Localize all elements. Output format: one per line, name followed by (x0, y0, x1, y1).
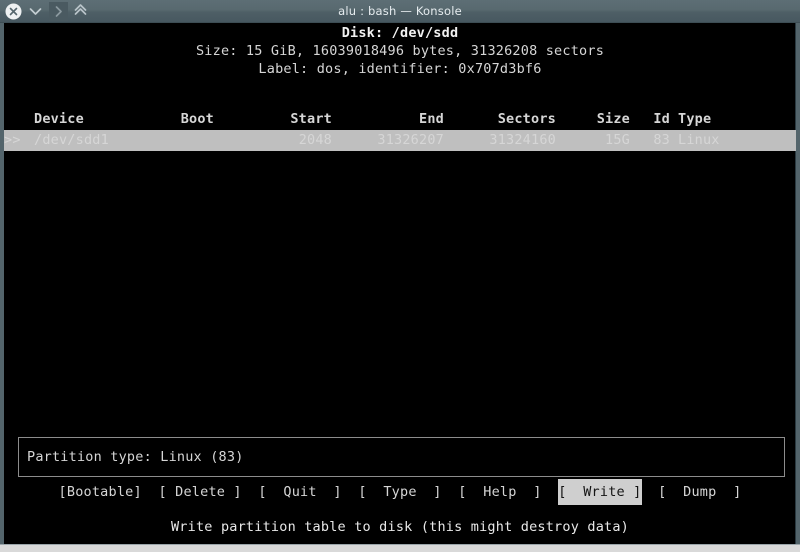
row-type: Linux (678, 132, 720, 148)
partition-table: Device Boot Start End Sectors Size Id Ty… (4, 109, 796, 151)
col-header-type: Type (678, 111, 712, 127)
row-size: 15G (605, 132, 630, 148)
table-header-row: Device Boot Start End Sectors Size Id Ty… (4, 109, 796, 130)
row-device: /dev/sdd1 (34, 132, 109, 148)
window-title: alu : bash — Konsole (338, 4, 462, 18)
desktop-panel-strip (0, 544, 800, 552)
menu-separator (442, 479, 459, 505)
menu-separator (642, 479, 659, 505)
col-header-size: Size (596, 111, 630, 127)
row-sectors: 31324160 (489, 132, 556, 148)
col-header-sectors: Sectors (497, 111, 556, 127)
col-header-end: End (419, 111, 444, 127)
label-line: Label: dos, identifier: 0x707d3bf6 (258, 61, 542, 77)
menu-help[interactable]: [ Help ] (458, 479, 541, 505)
col-header-id: Id (653, 111, 670, 127)
cfdisk-menu: [Bootable] [ Delete ] [ Quit ] [ Type ] … (4, 479, 796, 505)
size-line: Size: 15 GiB, 16039018496 bytes, 3132620… (195, 43, 605, 59)
menu-write[interactable]: [ Write ] (558, 479, 642, 505)
menu-type[interactable]: [ Type ] (358, 479, 441, 505)
window-titlebar: alu : bash — Konsole (0, 0, 800, 23)
terminal-screen[interactable]: Disk: /dev/sdd Size: 15 GiB, 16039018496… (4, 23, 796, 544)
konsole-window: alu : bash — Konsole Disk: /dev/sdd Size… (0, 0, 800, 552)
col-header-start: Start (290, 111, 332, 127)
row-start: 2048 (298, 132, 332, 148)
menu-separator (142, 479, 159, 505)
menu-separator (542, 479, 559, 505)
menu-delete[interactable]: [ Delete ] (158, 479, 241, 505)
col-header-boot: Boot (180, 111, 214, 127)
status-line: Write partition table to disk (this migh… (170, 519, 630, 535)
menu-separator (342, 479, 359, 505)
partition-type-box: Partition type: Linux (83) (18, 437, 785, 477)
menu-bootable[interactable]: [Bootable] (59, 479, 142, 505)
menu-quit[interactable]: [ Quit ] (258, 479, 341, 505)
menu-separator (242, 479, 259, 505)
partition-type-text: Partition type: Linux (83) (27, 449, 244, 465)
row-end: 31326207 (377, 132, 444, 148)
terminal-right-edge (795, 23, 796, 544)
row-selection-marker: >> (4, 132, 21, 148)
cfdisk-header: Disk: /dev/sdd Size: 15 GiB, 16039018496… (4, 24, 796, 78)
menu-dump[interactable]: [ Dump ] (658, 479, 741, 505)
row-id: 83 (653, 132, 670, 148)
table-row[interactable]: >> /dev/sdd1 2048 31326207 31324160 15G … (4, 130, 796, 151)
disk-line: Disk: /dev/sdd (341, 25, 459, 41)
col-header-device: Device (34, 111, 84, 127)
